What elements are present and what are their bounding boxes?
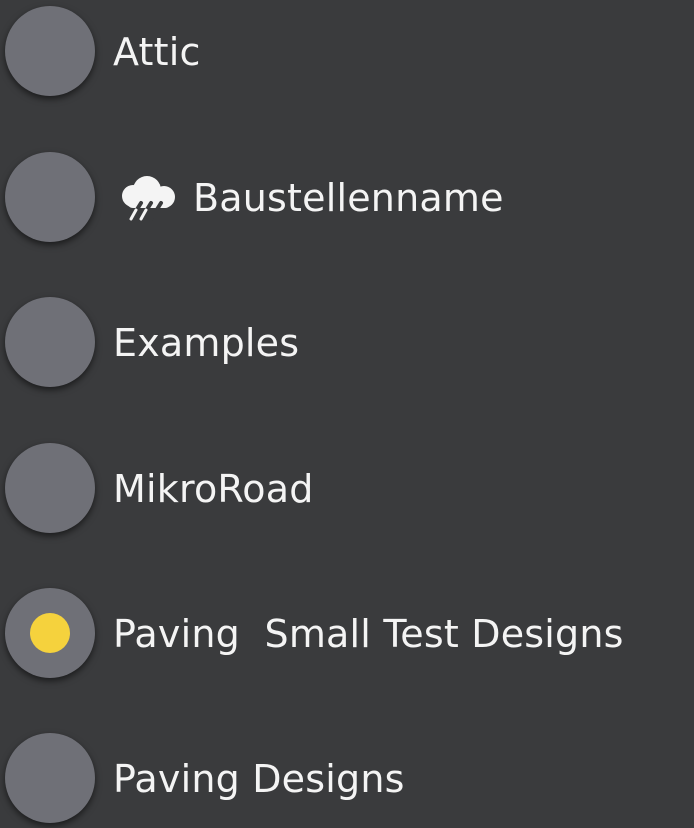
radio-button[interactable]	[5, 152, 95, 242]
radio-button[interactable]	[5, 588, 95, 678]
option-label-wrap: Paving Designs	[113, 752, 405, 806]
option-label: Paving Designs	[113, 757, 405, 801]
option-paving-designs[interactable]: Paving Designs	[0, 728, 694, 828]
radio-button[interactable]	[5, 443, 95, 533]
option-label-wrap: Paving Small Test Designs	[113, 607, 624, 661]
option-baustellenname[interactable]: Baustellenname	[0, 147, 694, 247]
cloud-rain-icon	[113, 174, 183, 222]
project-radio-list: Attic Baustellenname Examples MikroRoad …	[0, 0, 694, 823]
option-label: Attic	[113, 30, 201, 74]
radio-selected-dot	[30, 613, 70, 653]
radio-button[interactable]	[5, 6, 95, 96]
option-label-wrap: Baustellenname	[113, 171, 504, 225]
option-attic[interactable]: Attic	[0, 1, 694, 101]
option-label: Examples	[113, 321, 300, 365]
option-label-wrap: MikroRoad	[113, 462, 314, 516]
option-examples[interactable]: Examples	[0, 292, 694, 392]
radio-button[interactable]	[5, 733, 95, 823]
option-label-wrap: Attic	[113, 25, 201, 79]
option-label: MikroRoad	[113, 467, 314, 511]
option-label: Baustellenname	[193, 176, 504, 220]
option-mikroroad[interactable]: MikroRoad	[0, 438, 694, 538]
radio-button[interactable]	[5, 297, 95, 387]
option-label: Paving Small Test Designs	[113, 612, 624, 656]
option-paving-small-test-designs[interactable]: Paving Small Test Designs	[0, 583, 694, 683]
option-label-wrap: Examples	[113, 316, 299, 370]
